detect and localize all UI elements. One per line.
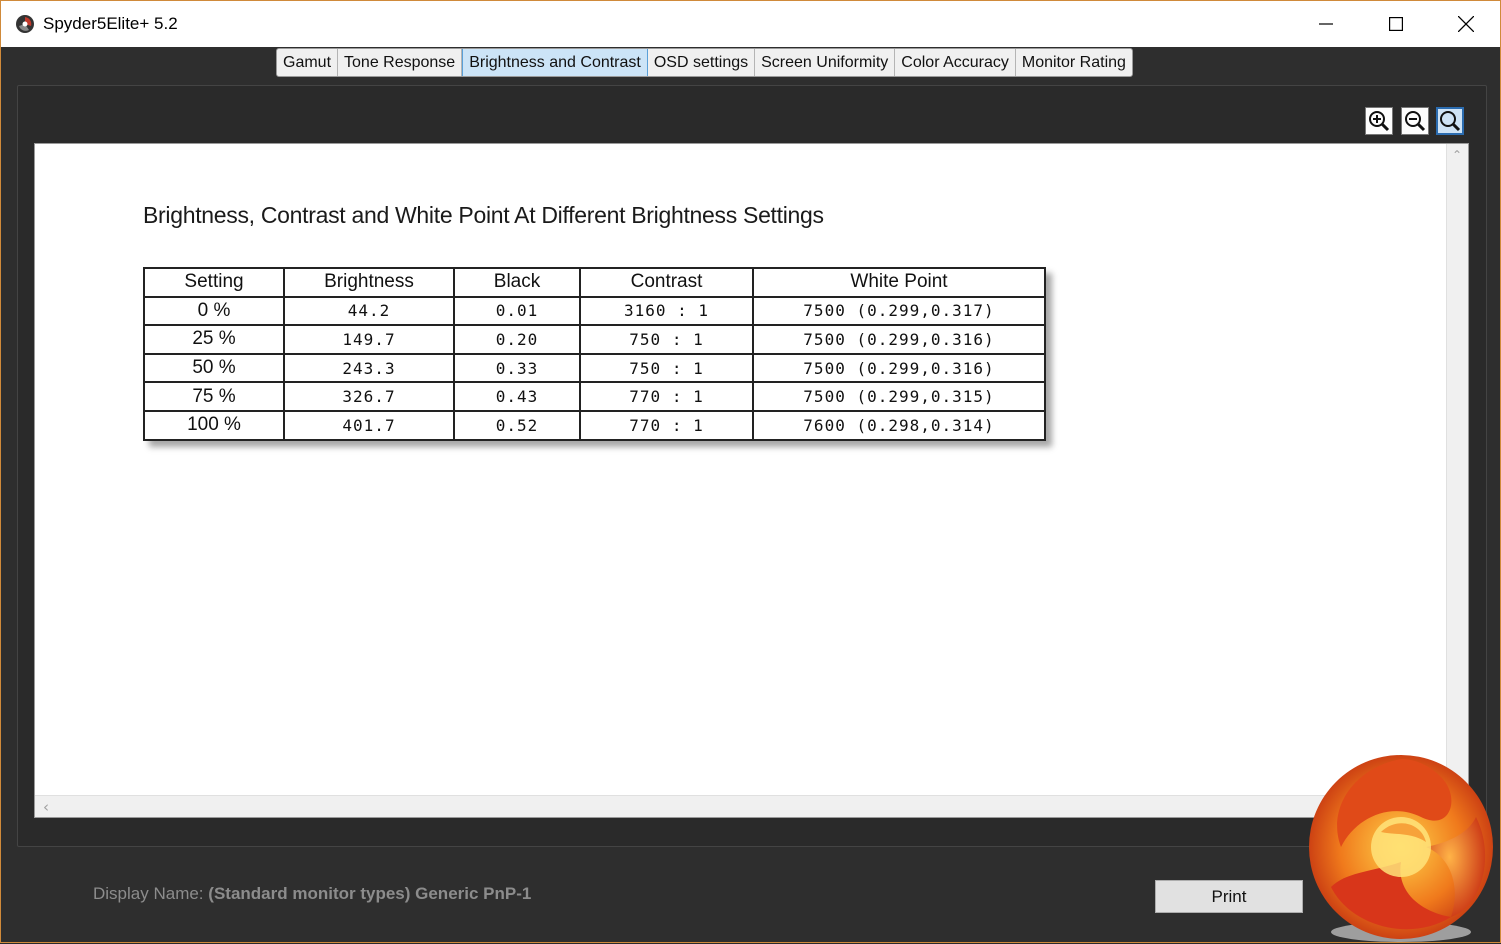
cell-setting: 75 % xyxy=(143,381,285,412)
close-icon xyxy=(1458,16,1474,32)
table-row: 75 % 326.7 0.43 770 : 1 7500 (0.299,0.31… xyxy=(143,381,1046,412)
cell-white-point: 7500 (0.299,0.316) xyxy=(752,324,1046,355)
cell-contrast: 770 : 1 xyxy=(579,409,754,441)
cell-white-point: 7500 (0.299,0.317) xyxy=(752,295,1046,327)
cell-contrast: 770 : 1 xyxy=(579,381,754,412)
cell-setting: 100 % xyxy=(143,409,285,441)
cell-contrast: 3160 : 1 xyxy=(579,295,754,327)
cell-contrast: 750 : 1 xyxy=(579,352,754,384)
zoom-out-icon xyxy=(1405,111,1426,132)
tab-tone-response[interactable]: Tone Response xyxy=(338,49,463,76)
maximize-icon xyxy=(1389,17,1403,31)
cell-black: 0.43 xyxy=(453,381,581,412)
cell-black: 0.33 xyxy=(453,352,581,384)
tab-screen-uniformity[interactable]: Screen Uniformity xyxy=(755,49,896,76)
spyder-app-icon xyxy=(16,15,34,33)
cell-white-point: 7500 (0.299,0.316) xyxy=(752,352,1046,384)
tab-gamut[interactable]: Gamut xyxy=(277,49,339,76)
tab-osd-settings[interactable]: OSD settings xyxy=(648,49,756,76)
cell-setting: 25 % xyxy=(143,324,285,355)
title-bar[interactable]: Spyder5Elite+ 5.2 xyxy=(1,1,1500,47)
brightness-contrast-table: Setting Brightness Black Contrast White … xyxy=(143,267,1046,441)
cell-setting: 50 % xyxy=(143,352,285,384)
zoom-fit-button[interactable] xyxy=(1436,107,1464,135)
zoom-in-button[interactable] xyxy=(1365,107,1393,135)
table-row: 50 % 243.3 0.33 750 : 1 7500 (0.299,0.31… xyxy=(143,352,1046,384)
tab-brightness-and-contrast[interactable]: Brightness and Contrast xyxy=(462,49,648,76)
display-name-info: Display Name: (Standard monitor types) G… xyxy=(93,884,531,904)
cell-brightness: 401.7 xyxy=(283,409,455,441)
display-name-label: Display Name: xyxy=(93,884,204,903)
table-row: 100 % 401.7 0.52 770 : 1 7600 (0.298,0.3… xyxy=(143,409,1046,441)
zoom-out-button[interactable] xyxy=(1401,107,1429,135)
window-title: Spyder5Elite+ 5.2 xyxy=(43,14,178,33)
minimize-button[interactable] xyxy=(1291,1,1361,47)
app-window: Spyder5Elite+ 5.2 Gamut Tone Response Br… xyxy=(0,0,1501,943)
cell-brightness: 149.7 xyxy=(283,324,455,355)
cell-brightness: 326.7 xyxy=(283,381,455,412)
maximize-button[interactable] xyxy=(1361,1,1431,47)
table-row: 0 % 44.2 0.01 3160 : 1 7500 (0.299,0.317… xyxy=(143,295,1046,327)
report-title: Brightness, Contrast and White Point At … xyxy=(143,202,824,228)
tab-color-accuracy[interactable]: Color Accuracy xyxy=(895,49,1016,76)
cell-setting: 0 % xyxy=(143,295,285,327)
column-header-contrast: Contrast xyxy=(579,267,754,298)
scroll-left-icon[interactable]: ‹ xyxy=(43,798,49,816)
column-header-brightness: Brightness xyxy=(283,267,455,298)
cell-brightness: 243.3 xyxy=(283,352,455,384)
tab-monitor-rating[interactable]: Monitor Rating xyxy=(1016,49,1132,76)
cell-white-point: 7600 (0.298,0.314) xyxy=(752,409,1046,441)
cell-black: 0.01 xyxy=(453,295,581,327)
horizontal-scrollbar[interactable]: ‹ xyxy=(35,795,1447,817)
cell-black: 0.52 xyxy=(453,409,581,441)
cell-black: 0.20 xyxy=(453,324,581,355)
cell-contrast: 750 : 1 xyxy=(579,324,754,355)
zoom-fit-icon xyxy=(1440,111,1461,132)
column-header-setting: Setting xyxy=(143,267,285,298)
print-button[interactable]: Print xyxy=(1155,880,1303,913)
display-name-value: (Standard monitor types) Generic PnP-1 xyxy=(208,884,532,903)
cell-white-point: 7500 (0.299,0.315) xyxy=(752,381,1046,412)
column-header-black: Black xyxy=(453,267,581,298)
table-header-row: Setting Brightness Black Contrast White … xyxy=(143,267,1046,298)
scroll-up-icon[interactable]: ⌃ xyxy=(1452,148,1462,162)
vertical-scrollbar[interactable]: ⌃ xyxy=(1446,144,1468,794)
report-tabs: Gamut Tone Response Brightness and Contr… xyxy=(276,48,1133,77)
report-document-view: Brightness, Contrast and White Point At … xyxy=(34,143,1469,818)
cell-brightness: 44.2 xyxy=(283,295,455,327)
minimize-icon xyxy=(1319,23,1333,25)
zoom-in-icon xyxy=(1369,111,1390,132)
watermark-logo-icon xyxy=(1309,755,1493,942)
table-row: 25 % 149.7 0.20 750 : 1 7500 (0.299,0.31… xyxy=(143,324,1046,355)
close-button[interactable] xyxy=(1431,1,1501,47)
column-header-white-point: White Point xyxy=(752,267,1046,298)
